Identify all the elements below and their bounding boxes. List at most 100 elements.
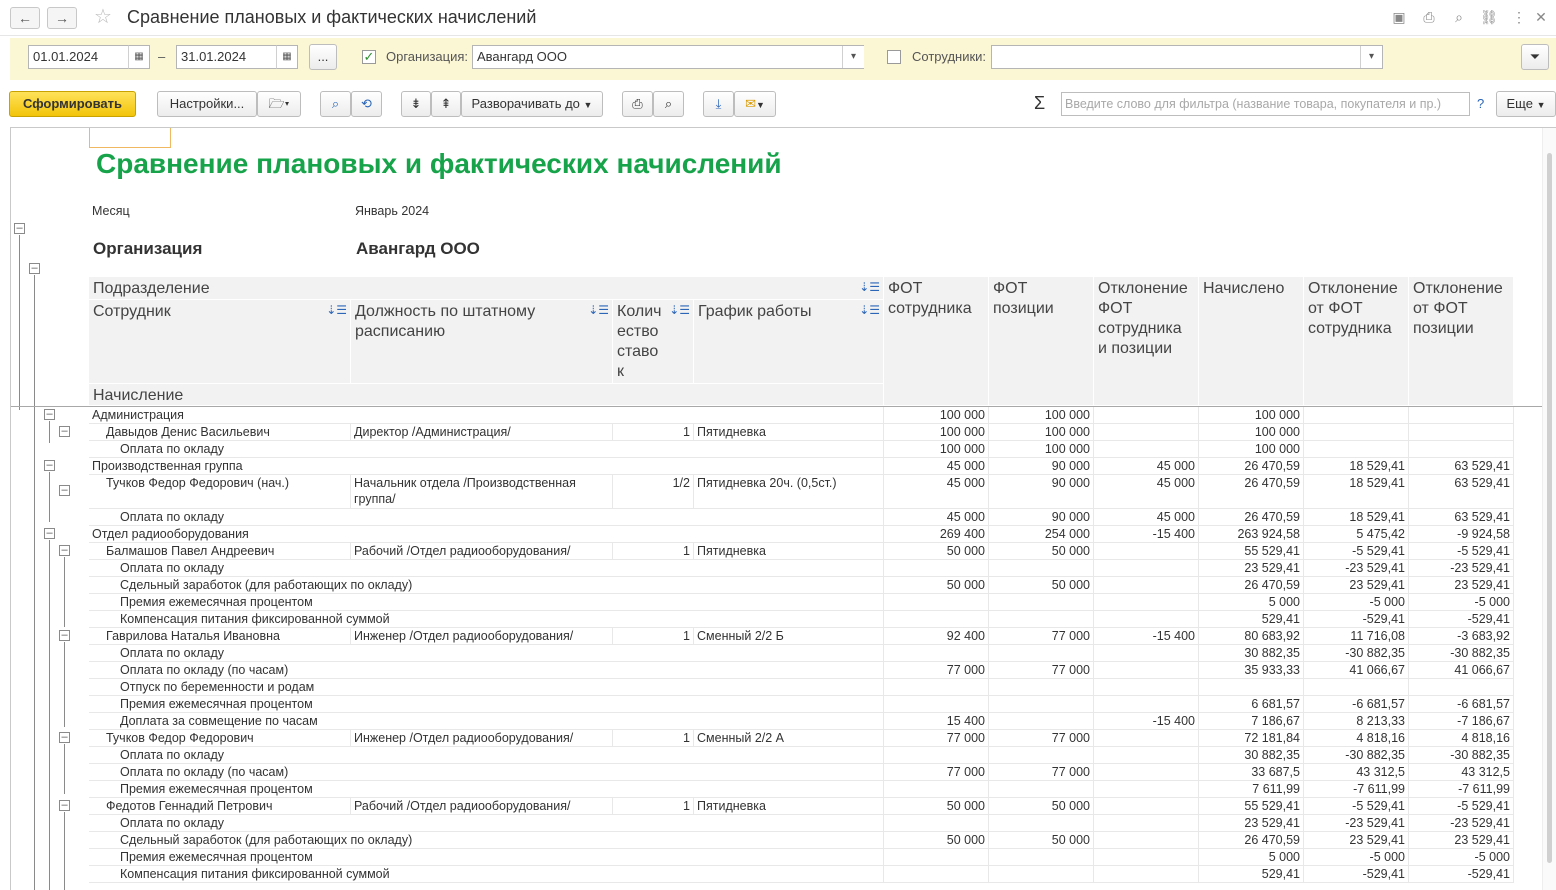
- variants-button[interactable]: 🗁▾: [257, 91, 301, 117]
- row-fot-pos: 77 000: [989, 764, 1094, 781]
- org-select[interactable]: Авангард ООО: [472, 45, 864, 69]
- forward-button[interactable]: →: [47, 7, 77, 29]
- scroll-thumb[interactable]: [1547, 153, 1552, 863]
- period-select-button[interactable]: ...: [309, 44, 337, 70]
- collapse-icon[interactable]: –: [59, 630, 70, 641]
- accrual-row[interactable]: Компенсация питания фиксированной суммой…: [11, 611, 1543, 628]
- collapse-icon[interactable]: –: [59, 545, 70, 556]
- chevron-down-icon[interactable]: ▾: [1360, 46, 1382, 68]
- menu-icon[interactable]: ⋮: [1510, 8, 1528, 26]
- sort-icon[interactable]: ⇣☰: [669, 303, 690, 317]
- vertical-scrollbar[interactable]: [1542, 128, 1556, 890]
- collapse-icon[interactable]: –: [59, 800, 70, 811]
- accrual-row[interactable]: Премия ежемесячная процентом 5 000 -5 000-…: [11, 849, 1543, 866]
- send-mail-button[interactable]: ✉▼: [734, 91, 776, 117]
- accrual-row[interactable]: Оплата по окладу 45 000 90 000 45 000 26 470…: [11, 509, 1543, 526]
- calendar-icon[interactable]: ▦: [276, 45, 298, 69]
- print-button[interactable]: ⎙: [622, 91, 653, 117]
- accrual-row[interactable]: Оплата по окладу 23 529,41 -23 529,41 -23 5…: [11, 560, 1543, 577]
- header-employee[interactable]: Сотрудник ⇣☰: [89, 300, 351, 384]
- sort-icon[interactable]: ⇣☰: [588, 303, 609, 317]
- save-button[interactable]: ⤓: [703, 91, 734, 117]
- row-name: Оплата по окладу: [89, 747, 884, 764]
- row-accr: 529,41: [1199, 611, 1304, 628]
- accrual-row[interactable]: Оплата по окладу 100 000 100 000 100 000: [11, 441, 1543, 458]
- header-rates[interactable]: Количество ставок ⇣☰: [613, 300, 694, 384]
- accrual-row[interactable]: Оплата по окладу 23 529,41 -23 529,41 -23 5…: [11, 815, 1543, 832]
- accrual-row[interactable]: Премия ежемесячная процентом 6 681,57 -6 6…: [11, 696, 1543, 713]
- employee-row[interactable]: – Тучков Федор Федорович Инженер /Отдел ра…: [11, 730, 1543, 747]
- collapse-icon[interactable]: –: [29, 263, 40, 274]
- help-icon[interactable]: ?: [1477, 96, 1484, 111]
- save-icon[interactable]: ▣: [1390, 8, 1408, 26]
- employees-checkbox[interactable]: [887, 50, 901, 64]
- header-subdivision[interactable]: Подразделение ⇣☰: [89, 277, 884, 300]
- header-fot-position[interactable]: ФОТ позиции: [989, 277, 1094, 406]
- sum-icon[interactable]: Σ: [1034, 93, 1045, 114]
- collapse-icon[interactable]: –: [14, 223, 25, 234]
- back-button[interactable]: ←: [10, 7, 40, 29]
- row-d1: -5 529,41: [1304, 543, 1409, 560]
- preview-button[interactable]: ⌕: [653, 91, 684, 117]
- link-icon[interactable]: ⛓: [1480, 8, 1498, 26]
- collapse-icon[interactable]: –: [44, 528, 55, 539]
- collapse-icon[interactable]: –: [44, 409, 55, 420]
- accrual-row[interactable]: Премия ежемесячная процентом 5 000 -5 000-…: [11, 594, 1543, 611]
- sort-icon[interactable]: ⇣☰: [326, 303, 347, 317]
- group-row[interactable]: – Отдел радиооборудования 269 400 254 000 -1…: [11, 526, 1543, 543]
- expand-to-button[interactable]: Разворачивать до ▼: [461, 91, 603, 117]
- employee-row[interactable]: – Федотов Геннадий Петрович Рабочий /Отдел…: [11, 798, 1543, 815]
- accrual-row[interactable]: Сдельный заработок (для работающих по ок…: [11, 577, 1543, 594]
- report-area[interactable]: – – Сравнение плановых и фактических нач…: [10, 127, 1556, 890]
- row-dev: [1094, 764, 1199, 781]
- sort-icon[interactable]: ⇣☰: [859, 280, 880, 294]
- header-schedule[interactable]: График работы ⇣☰: [694, 300, 884, 384]
- employee-row[interactable]: – Гаврилова Наталья Ивановна Инженер /Отде…: [11, 628, 1543, 645]
- group-row[interactable]: – Администрация 100 000 100 000 100 000: [11, 407, 1543, 424]
- accrual-row[interactable]: Оплата по окладу (по часам) 77 000 77 000 3…: [11, 662, 1543, 679]
- header-position[interactable]: Должность по штатному расписанию ⇣☰: [351, 300, 613, 384]
- calendar-icon[interactable]: ▦: [128, 45, 150, 69]
- accrual-row[interactable]: Премия ежемесячная процентом 7 611,99 -7 6…: [11, 781, 1543, 798]
- sort-icon[interactable]: ⇣☰: [859, 303, 880, 317]
- accrual-row[interactable]: Сдельный заработок (для работающих по ок…: [11, 832, 1543, 849]
- header-accrued[interactable]: Начислено: [1199, 277, 1304, 406]
- star-icon[interactable]: ☆: [94, 6, 112, 28]
- search-input[interactable]: Введите слово для фильтра (название това…: [1061, 92, 1470, 116]
- row-name: Оплата по окладу: [89, 560, 884, 577]
- accrual-row[interactable]: Доплата за совмещение по часам 15 400 -15 …: [11, 713, 1543, 730]
- header-fot-employee[interactable]: ФОТ сотрудника: [884, 277, 989, 406]
- org-checkbox[interactable]: ✓: [362, 50, 376, 64]
- accrual-row[interactable]: Оплата по окладу 30 882,35 -30 882,35 -30 8…: [11, 645, 1543, 662]
- group-row[interactable]: – Производственная группа 45 000 90 000 45 0…: [11, 458, 1543, 475]
- chevron-down-icon[interactable]: ▾: [842, 46, 864, 68]
- employees-select[interactable]: [991, 45, 1383, 69]
- filter-button[interactable]: ⏷: [1521, 44, 1549, 70]
- accrual-row[interactable]: Оплата по окладу 30 882,35 -30 882,35 -30 8…: [11, 747, 1543, 764]
- header-deviation-emp-pos[interactable]: Отклонение ФОТ сотрудника и позиции: [1094, 277, 1199, 406]
- employee-row[interactable]: – Балмашов Павел Андреевич Рабочий /Отдел …: [11, 543, 1543, 560]
- expand-groups-button[interactable]: ⇞: [431, 91, 461, 117]
- collapse-icon[interactable]: –: [44, 460, 55, 471]
- close-icon[interactable]: ✕: [1532, 8, 1550, 26]
- collapse-icon[interactable]: –: [59, 426, 70, 437]
- header-deviation-from-pos[interactable]: Отклонение от ФОТ позиции: [1409, 277, 1514, 406]
- generate-button[interactable]: Сформировать: [9, 91, 136, 117]
- collapse-icon[interactable]: –: [59, 732, 70, 743]
- row-d1: -5 000: [1304, 849, 1409, 866]
- find-next-button[interactable]: ⟲: [351, 91, 382, 117]
- accrual-row[interactable]: Оплата по окладу (по часам) 77 000 77 000 3…: [11, 764, 1543, 781]
- find-button[interactable]: ⌕: [320, 91, 351, 117]
- collapse-icon[interactable]: –: [59, 485, 70, 496]
- preview-icon[interactable]: ⌕: [1450, 8, 1468, 26]
- accrual-row[interactable]: Отпуск по беременности и родам: [11, 679, 1543, 696]
- employee-row[interactable]: – Давыдов Денис Васильевич Директор /Админ…: [11, 424, 1543, 441]
- settings-button[interactable]: Настройки...: [157, 91, 257, 117]
- employee-row[interactable]: – Тучков Федор Федорович (нач.) Начальник …: [11, 475, 1543, 509]
- header-accrual[interactable]: Начисление: [89, 384, 884, 406]
- collapse-groups-button[interactable]: ⇟: [401, 91, 431, 117]
- accrual-row[interactable]: Компенсация питания фиксированной суммой…: [11, 866, 1543, 883]
- print-icon[interactable]: ⎙: [1420, 8, 1438, 26]
- header-deviation-from-emp[interactable]: Отклонение от ФОТ сотрудника: [1304, 277, 1409, 406]
- more-button[interactable]: Еще ▼: [1496, 91, 1556, 117]
